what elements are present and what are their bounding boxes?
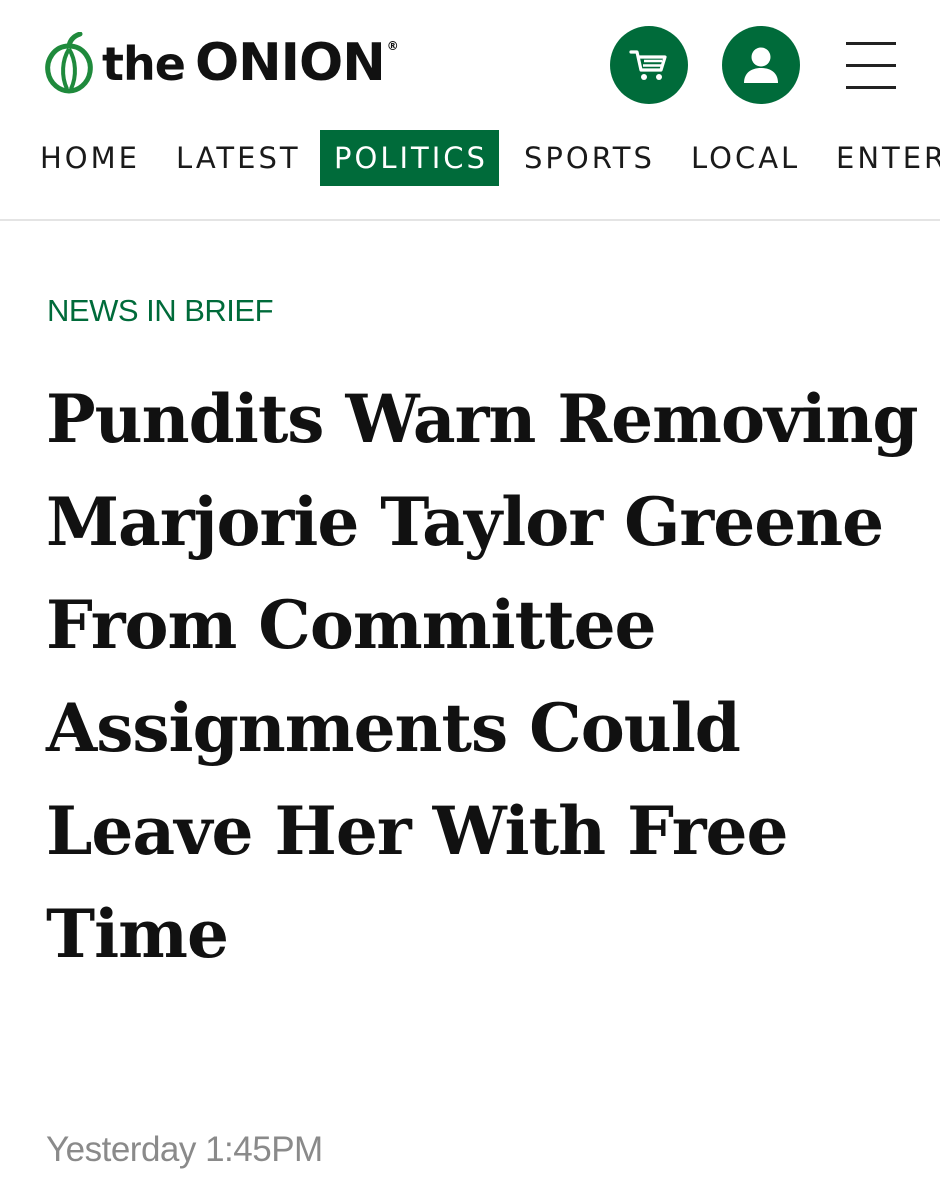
account-button[interactable] [722, 26, 800, 104]
main-nav: HOME LATEST POLITICS SPORTS LOCAL ENTER [0, 130, 940, 186]
shopping-cart-icon [629, 50, 667, 80]
menu-bar [846, 64, 896, 67]
site-logo[interactable]: the ONION ® [40, 28, 399, 98]
nav-item-politics[interactable]: POLITICS [320, 130, 499, 186]
nav-item-local[interactable]: LOCAL [691, 130, 800, 186]
hamburger-menu-button[interactable] [846, 42, 896, 90]
logo-text-onion: ONION [194, 33, 386, 93]
logo-text-the: the [102, 37, 186, 91]
logo-registered-mark: ® [386, 39, 399, 53]
cart-button[interactable] [610, 26, 688, 104]
article-category-link[interactable]: NEWS IN BRIEF [47, 293, 274, 329]
user-icon [744, 47, 778, 83]
article-headline: Pundits Warn Removing Marjorie Taylor Gr… [46, 380, 919, 973]
nav-item-entertainment[interactable]: ENTER [836, 130, 940, 186]
nav-item-latest[interactable]: LATEST [176, 130, 301, 186]
onion-logo-icon [45, 32, 93, 94]
nav-item-sports[interactable]: SPORTS [524, 130, 655, 186]
article-timestamp: Yesterday 1:45PM [46, 1130, 323, 1169]
menu-bar [846, 86, 896, 89]
site-header: the ONION ® HOME LATEST POLITICS SPORTS … [0, 0, 940, 221]
menu-bar [846, 42, 896, 45]
nav-item-home[interactable]: HOME [40, 130, 140, 186]
